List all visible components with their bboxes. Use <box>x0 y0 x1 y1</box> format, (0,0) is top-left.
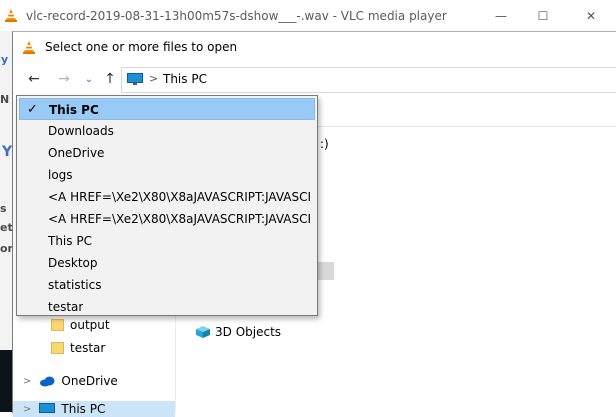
maximize-button[interactable]: ☐ <box>520 0 566 31</box>
arrow-right-icon: → <box>58 71 70 87</box>
dropdown-item[interactable]: statistics <box>19 274 315 296</box>
drive-label-fragment: :) <box>320 137 329 151</box>
dropdown-item-label: Desktop <box>48 256 98 270</box>
pc-icon <box>39 403 56 413</box>
background-text: N <box>0 93 10 106</box>
folder-icon <box>51 319 64 331</box>
arrow-left-icon: ← <box>28 71 40 87</box>
vlc-window-title: vlc-record-2019-08-31-13h00m57s-dshow___… <box>26 9 447 23</box>
dropdown-item[interactable]: <A HREF=\Xe2\X80\X8aJAVASCRIPT:JAVASCRI <box>19 186 315 208</box>
minimize-icon: — <box>495 8 507 23</box>
dropdown-item[interactable]: ✓ This PC <box>19 98 315 120</box>
dropdown-item[interactable]: <A HREF=\Xe2\X80\X8aJAVASCRIPT:JAVASCRI <box>19 208 315 230</box>
forward-button[interactable]: → <box>53 68 75 90</box>
tree-item-this-pc[interactable]: > This PC <box>13 401 175 417</box>
location-dropdown[interactable]: ✓ This PC Downloads OneDrive logs <A HREF=\Xe… <box>16 95 318 316</box>
dropdown-item[interactable]: Desktop <box>19 252 315 274</box>
dropdown-item[interactable]: Downloads <box>19 120 315 142</box>
dropdown-item-label: Downloads <box>48 124 114 138</box>
dropdown-item-label: OneDrive <box>48 146 105 160</box>
chevron-right-icon[interactable]: > <box>23 376 31 387</box>
checkmark-icon: ✓ <box>27 102 38 117</box>
background-text: Y <box>2 144 13 160</box>
folder-icon <box>51 342 64 354</box>
background-text: y <box>1 53 9 66</box>
folder-label: 3D Objects <box>215 325 282 339</box>
background-text: s <box>0 202 7 215</box>
dialog-title: Select one or more files to open <box>45 40 238 54</box>
tree-item-testar[interactable]: testar <box>13 337 175 359</box>
minimize-button[interactable]: — <box>478 0 524 31</box>
close-icon: ✕ <box>585 8 597 23</box>
arrow-up-icon: ↑ <box>104 71 116 87</box>
back-button[interactable]: ← <box>23 68 45 90</box>
address-separator[interactable]: > <box>149 72 158 85</box>
vlc-cone-icon <box>5 9 17 22</box>
dropdown-item-label: statistics <box>48 278 102 292</box>
tree-item-label: output <box>70 318 110 332</box>
dialog-titlebar: Select one or more files to open <box>13 32 616 62</box>
tree-item-label: OneDrive <box>61 374 118 388</box>
recent-locations-button[interactable]: ⌄ <box>81 68 97 90</box>
folder-3d-objects[interactable]: 3D Objects <box>195 325 281 339</box>
up-button[interactable]: ↑ <box>99 68 121 90</box>
pc-icon <box>127 73 143 85</box>
background-text: et <box>0 221 13 234</box>
dropdown-item[interactable]: This PC <box>19 230 315 252</box>
tree-item-label: This PC <box>61 402 106 416</box>
address-location[interactable]: This PC <box>163 72 207 86</box>
dropdown-item-label: <A HREF=\Xe2\X80\X8aJAVASCRIPT:JAVASCRI <box>48 212 310 226</box>
dropdown-item[interactable]: testar <box>19 296 315 318</box>
dropdown-item-label: logs <box>48 168 73 182</box>
dropdown-item[interactable]: OneDrive <box>19 142 315 164</box>
vlc-titlebar: vlc-record-2019-08-31-13h00m57s-dshow___… <box>0 0 616 31</box>
dropdown-item-label: This PC <box>49 103 99 117</box>
dropdown-item-label: testar <box>48 300 84 314</box>
tree-item-onedrive[interactable]: > OneDrive <box>13 370 175 392</box>
address-bar[interactable]: > This PC <box>121 67 616 93</box>
chevron-down-icon: ⌄ <box>84 73 94 85</box>
dropdown-item[interactable]: logs <box>19 164 315 186</box>
close-button[interactable]: ✕ <box>568 0 614 31</box>
cube-icon <box>196 326 210 338</box>
chevron-right-icon[interactable]: > <box>23 404 31 415</box>
vlc-cone-icon <box>23 41 35 54</box>
dropdown-item-label: <A HREF=\Xe2\X80\X8aJAVASCRIPT:JAVASCRI <box>48 190 310 204</box>
cloud-icon <box>40 376 55 386</box>
maximize-icon: ☐ <box>537 8 549 23</box>
vlc-video-area <box>0 350 12 412</box>
tree-item-label: testar <box>70 341 106 355</box>
dropdown-item-label: This PC <box>48 234 92 248</box>
